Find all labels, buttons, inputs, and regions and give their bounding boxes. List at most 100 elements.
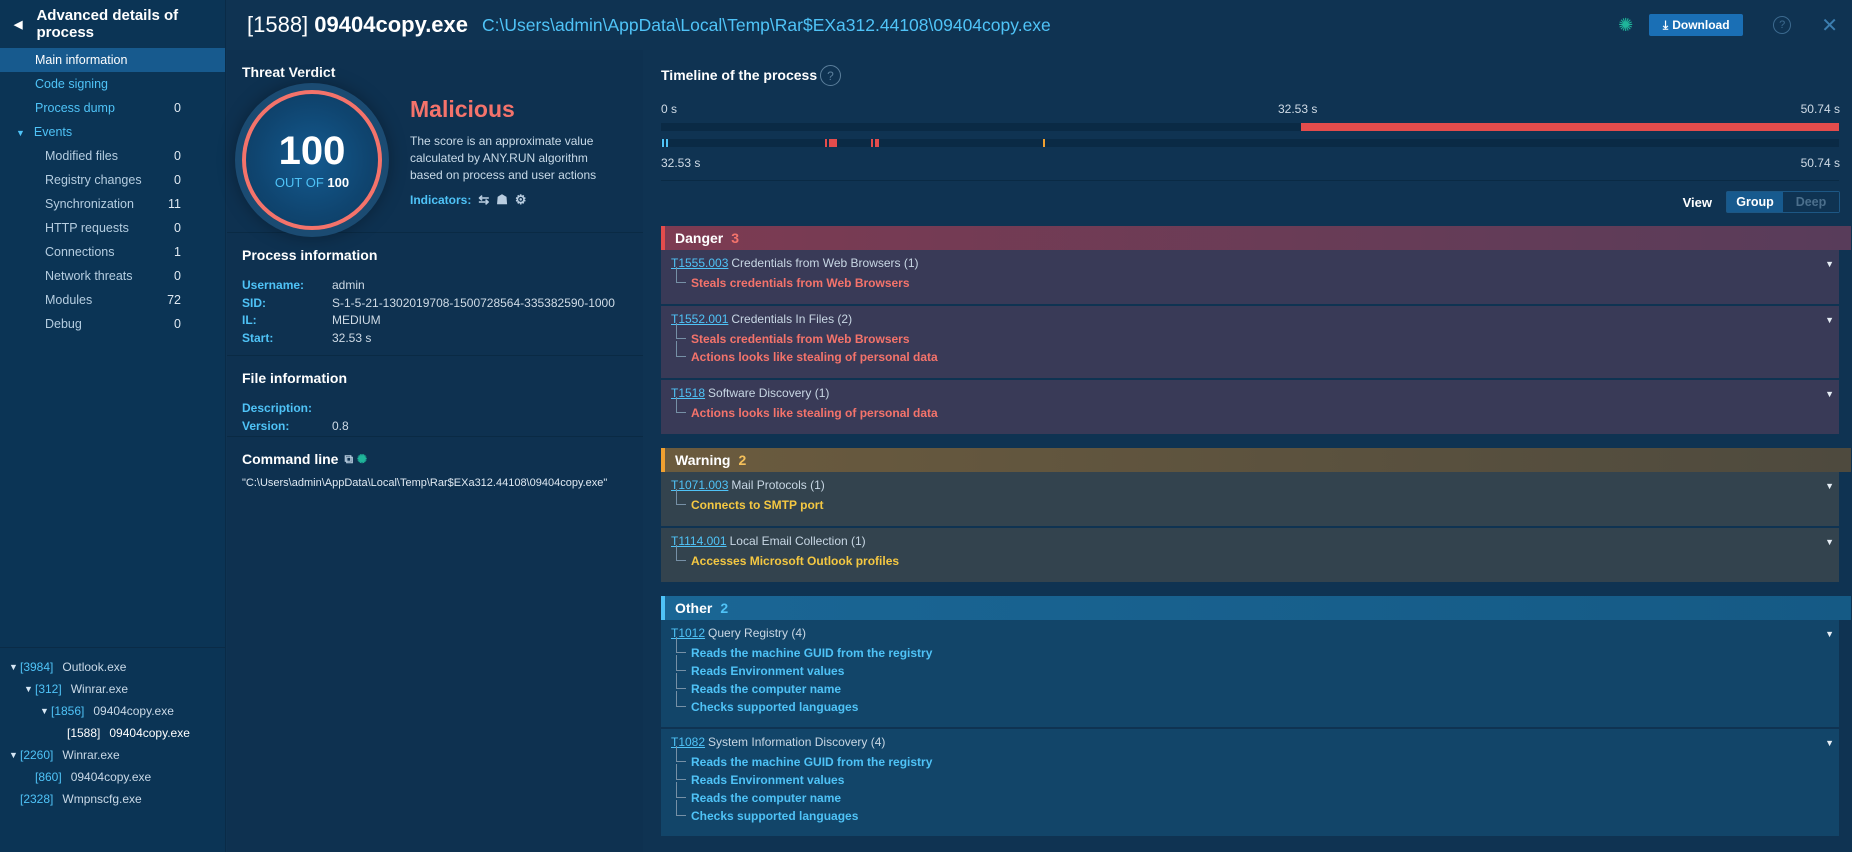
ai-assistant-icon[interactable]: ✺: [1618, 15, 1633, 36]
behavior-item: Steals credentials from Web Browsers: [676, 323, 1839, 348]
nav-synchronization[interactable]: Synchronization 11: [0, 192, 225, 216]
sidebar: ◀ Advanced details of process Main infor…: [0, 0, 226, 852]
tree-row[interactable]: ▼ [1856] 09404copy.exe: [0, 700, 226, 722]
top-bar-actions: ✺ ⤓ Download ? ✕: [1618, 0, 1852, 50]
info-row: IL: MEDIUM: [242, 313, 381, 327]
spy-indicator-icon[interactable]: ☗: [496, 192, 508, 208]
behavior-panel: Timeline of the process ? 0 s 32.53 s 50…: [644, 50, 1852, 852]
tree-row-selected[interactable]: [1588] 09404copy.exe: [0, 722, 226, 744]
category-other: Other 2: [661, 596, 1851, 620]
technique-group[interactable]: T1518 Software Discovery (1) ▼ Actions lo…: [661, 380, 1839, 434]
behavior-item: Reads the computer name: [676, 782, 1839, 807]
nav-registry-changes[interactable]: Registry changes 0: [0, 168, 225, 192]
nav-http-requests[interactable]: HTTP requests 0: [0, 216, 225, 240]
sidebar-nav: Main information Code signing Process du…: [0, 48, 225, 336]
process-information-section: Process information Username: admin SID: S…: [227, 233, 643, 356]
command-line-section: Command line ⧉ ✺ "C:\Users\admin\AppData…: [227, 437, 643, 503]
view-toggle: View Group Deep: [1683, 191, 1840, 213]
timeline-overview-bar[interactable]: [661, 123, 1839, 131]
timeline-mark[interactable]: [829, 139, 837, 147]
nav-debug[interactable]: Debug 0: [0, 312, 225, 336]
technique-group[interactable]: T1082 System Information Discovery (4) ▼ …: [661, 729, 1839, 836]
expand-chevron-icon[interactable]: ▼: [1825, 389, 1834, 399]
nav-process-dump[interactable]: Process dump 0: [0, 96, 225, 120]
technique-group[interactable]: T1071.003 Mail Protocols (1) ▼ Connects t…: [661, 472, 1839, 526]
timeline-zoom-start-label: 32.53 s: [661, 156, 701, 170]
info-row: Start: 32.53 s: [242, 330, 372, 345]
timeline-mark[interactable]: [666, 139, 668, 147]
behavior-item: Actions looks like stealing of personal …: [676, 397, 1839, 422]
process-tree: ▼ [3984] Outlook.exe ▼ [312] Winrar.exe ▼ [18…: [0, 647, 226, 852]
timeline-zoom-end-label: 50.74 s: [1800, 156, 1840, 170]
category-danger: Danger 3: [661, 226, 1851, 250]
top-bar: [1588] 09404copy.exe C:\Users\admin\AppD…: [227, 0, 1852, 50]
help-icon[interactable]: ?: [1773, 16, 1792, 34]
technique-group[interactable]: T1555.003 Credentials from Web Browsers (…: [661, 250, 1839, 304]
behavior-item: Steals credentials from Web Browsers: [676, 267, 1839, 292]
process-information-title: Process information: [242, 247, 378, 263]
settings-indicator-icon[interactable]: ⚙: [515, 192, 527, 208]
tree-row[interactable]: ▼ [2260] Winrar.exe: [0, 744, 226, 766]
tree-row[interactable]: ▼ [3984] Outlook.exe: [0, 656, 226, 678]
download-icon: ⤓: [1662, 17, 1669, 32]
info-row: Version: 0.8: [242, 418, 349, 433]
nav-connections[interactable]: Connections 1: [0, 240, 225, 264]
timeline-title: Timeline of the process: [661, 67, 818, 83]
nav-code-signing[interactable]: Code signing: [0, 72, 225, 96]
threat-verdict-section: Threat Verdict 100 OUT OF 100 Malicious …: [227, 50, 643, 233]
behavior-item: Checks supported languages: [676, 800, 1839, 825]
nav-modified-files[interactable]: Modified files 0: [0, 144, 225, 168]
file-information-title: File information: [242, 370, 347, 386]
expand-chevron-icon[interactable]: ▼: [1825, 738, 1834, 748]
command-line-header: Command line ⧉ ✺: [242, 451, 368, 467]
caret-down-icon: ▼: [16, 128, 25, 138]
process-span: [1301, 123, 1839, 131]
nav-modules[interactable]: Modules 72: [0, 288, 225, 312]
threat-verdict-title: Threat Verdict: [242, 64, 336, 80]
sidebar-title: Advanced details of process: [36, 7, 179, 41]
technique-group[interactable]: T1552.001 Credentials In Files (2) ▼ Stea…: [661, 306, 1839, 378]
timeline-end-label: 50.74 s: [1800, 102, 1840, 116]
caret-down-icon[interactable]: ▼: [40, 706, 51, 716]
expand-chevron-icon[interactable]: ▼: [1825, 537, 1834, 547]
back-arrow-icon[interactable]: ◀: [14, 18, 22, 31]
technique-group[interactable]: T1114.001 Local Email Collection (1) ▼ Ac…: [661, 528, 1839, 582]
tree-row[interactable]: [2328] Wmpnscfg.exe: [0, 788, 226, 810]
view-deep-button[interactable]: Deep: [1783, 192, 1839, 212]
expand-chevron-icon[interactable]: ▼: [1825, 629, 1834, 639]
caret-down-icon[interactable]: ▼: [9, 662, 20, 672]
view-group-button[interactable]: Group: [1727, 192, 1783, 212]
timeline-mid-label: 32.53 s: [1278, 102, 1318, 116]
close-icon[interactable]: ✕: [1821, 13, 1838, 38]
tree-row[interactable]: ▼ [312] Winrar.exe: [0, 678, 226, 700]
timeline-mark[interactable]: [825, 139, 827, 147]
expand-chevron-icon[interactable]: ▼: [1825, 315, 1834, 325]
nav-network-threats[interactable]: Network threats 0: [0, 264, 225, 288]
timeline-mark[interactable]: [875, 139, 879, 147]
technique-group[interactable]: T1012 Query Registry (4) ▼ Reads the mach…: [661, 620, 1839, 727]
timeline-mark[interactable]: [871, 139, 873, 147]
back-header[interactable]: ◀ Advanced details of process: [0, 0, 225, 48]
behavior-item: Reads the machine GUID from the registry: [676, 637, 1839, 662]
process-path: C:\Users\admin\AppData\Local\Temp\Rar$EX…: [482, 14, 1051, 35]
download-button[interactable]: ⤓ Download: [1649, 14, 1744, 36]
network-indicator-icon[interactable]: ⇆: [478, 192, 489, 208]
timeline-start-label: 0 s: [661, 102, 678, 116]
ai-explain-icon[interactable]: ✺: [357, 452, 367, 466]
details-panel: Threat Verdict 100 OUT OF 100 Malicious …: [227, 50, 643, 852]
timeline-detail-bar[interactable]: [661, 139, 1839, 147]
copy-icon[interactable]: ⧉: [344, 452, 353, 467]
nav-main-information[interactable]: Main information: [0, 48, 225, 72]
score-ring: 100 OUT OF 100: [242, 90, 382, 230]
caret-down-icon[interactable]: ▼: [24, 684, 35, 694]
caret-down-icon[interactable]: ▼: [9, 750, 20, 760]
nav-events[interactable]: ▼ Events: [0, 120, 225, 144]
expand-chevron-icon[interactable]: ▼: [1825, 481, 1834, 491]
timeline-mark[interactable]: [1043, 139, 1045, 147]
behavior-item: Reads the computer name: [676, 673, 1839, 698]
divider: [661, 180, 1839, 181]
tree-row[interactable]: [860] 09404copy.exe: [0, 766, 226, 788]
expand-chevron-icon[interactable]: ▼: [1825, 259, 1834, 269]
timeline-mark[interactable]: [662, 139, 664, 147]
timeline-help-icon[interactable]: ?: [820, 65, 841, 86]
